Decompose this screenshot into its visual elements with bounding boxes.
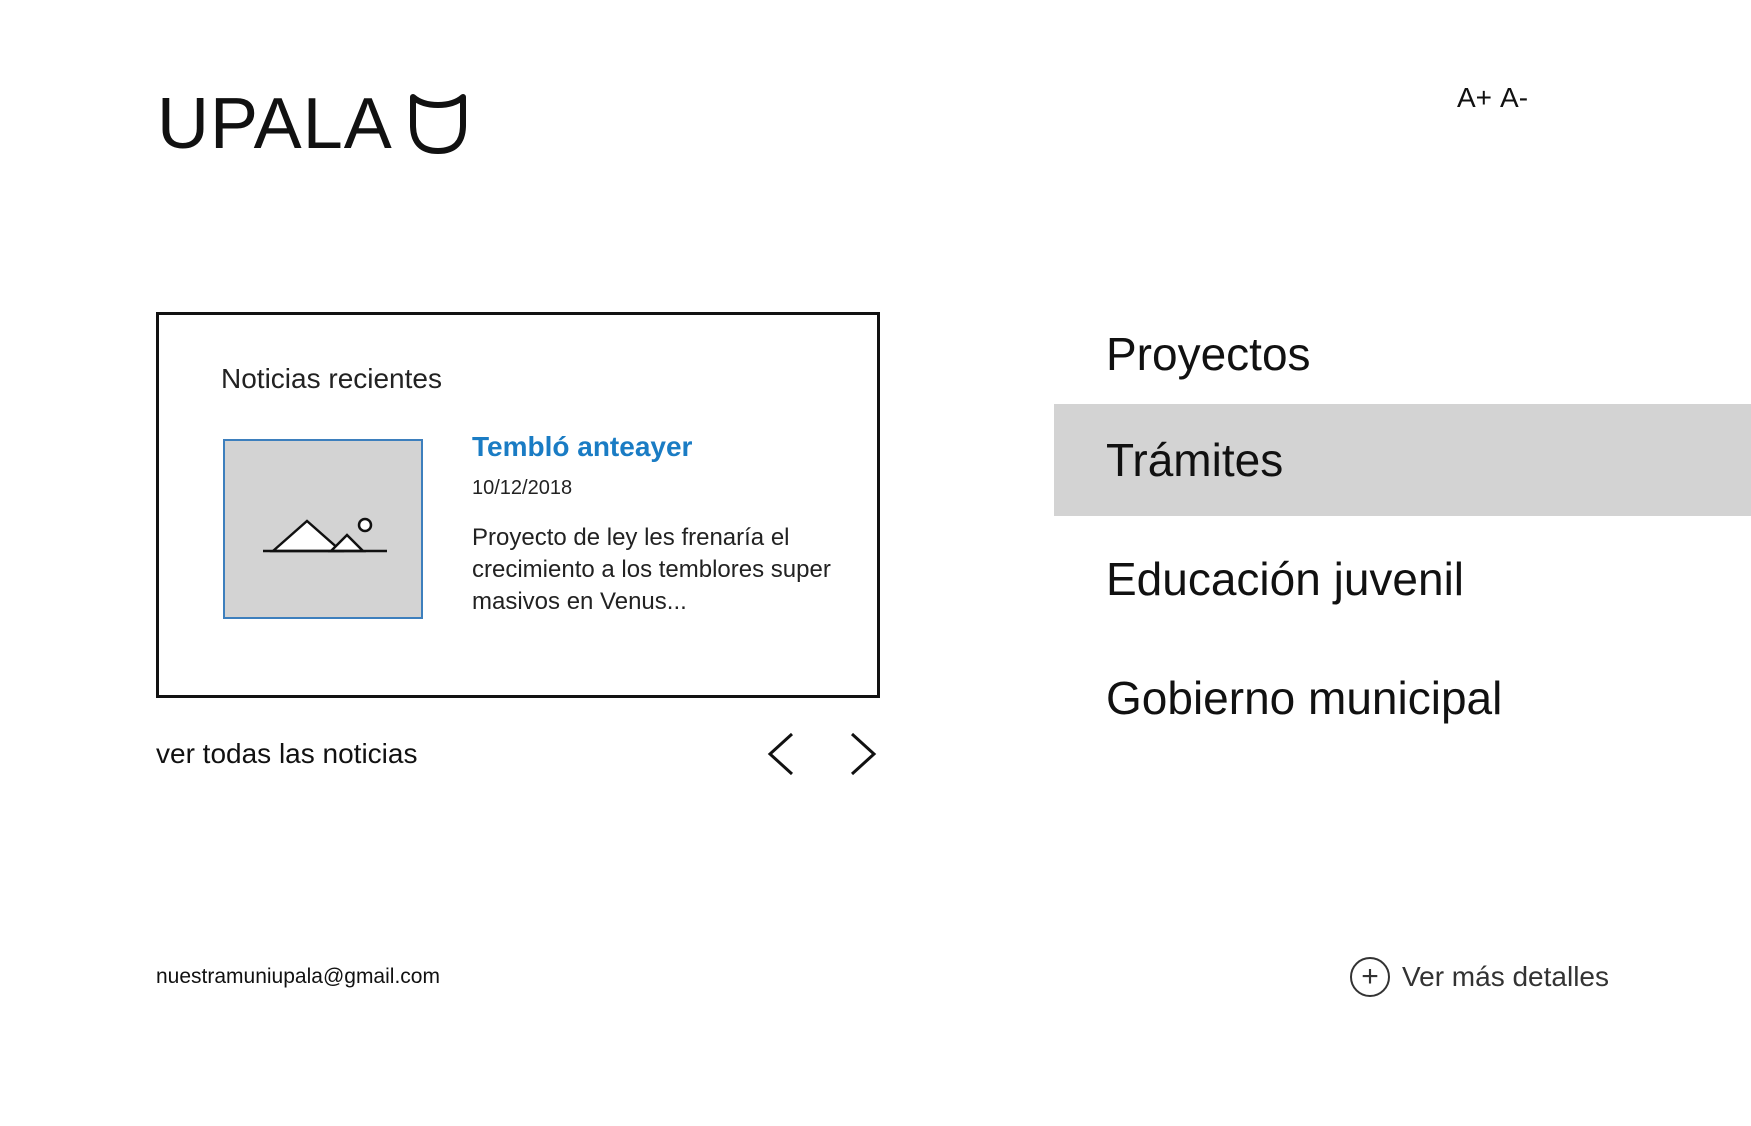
logo[interactable]: UPALA (157, 88, 469, 160)
menu-item-gobierno-municipal[interactable]: Gobierno municipal (1054, 642, 1751, 754)
more-details-label: Ver más detalles (1402, 961, 1609, 992)
news-card: Noticias recientes Tembló anteayer 10/12… (156, 312, 880, 698)
more-details-button[interactable]: + Ver más detalles (1350, 957, 1609, 997)
menu-item-educacion-juvenil[interactable]: Educación juvenil (1054, 523, 1751, 635)
shield-icon (409, 94, 466, 154)
font-size-controls: A+ A- (1457, 82, 1528, 114)
logo-text: UPALA (157, 84, 393, 164)
chevron-left-icon[interactable] (764, 730, 798, 778)
news-date: 10/12/2018 (472, 477, 573, 499)
font-increase-button[interactable]: A+ (1457, 82, 1492, 114)
menu-item-tramites[interactable]: Trámites (1054, 404, 1751, 516)
image-placeholder-icon (263, 517, 387, 553)
news-thumbnail[interactable] (223, 439, 423, 619)
news-headline[interactable]: Tembló anteayer (472, 431, 692, 463)
menu-item-proyectos[interactable]: Proyectos (1054, 298, 1751, 410)
footer-email: nuestramuniupala@gmail.com (156, 965, 440, 988)
all-news-link[interactable]: ver todas las noticias (156, 738, 417, 770)
chevron-right-icon[interactable] (846, 730, 880, 778)
news-section-title: Noticias recientes (221, 363, 442, 394)
font-decrease-button[interactable]: A- (1500, 82, 1528, 114)
plus-circle-icon: + (1350, 957, 1390, 997)
news-excerpt: Proyecto de ley les frenaría el crecimie… (472, 524, 831, 615)
